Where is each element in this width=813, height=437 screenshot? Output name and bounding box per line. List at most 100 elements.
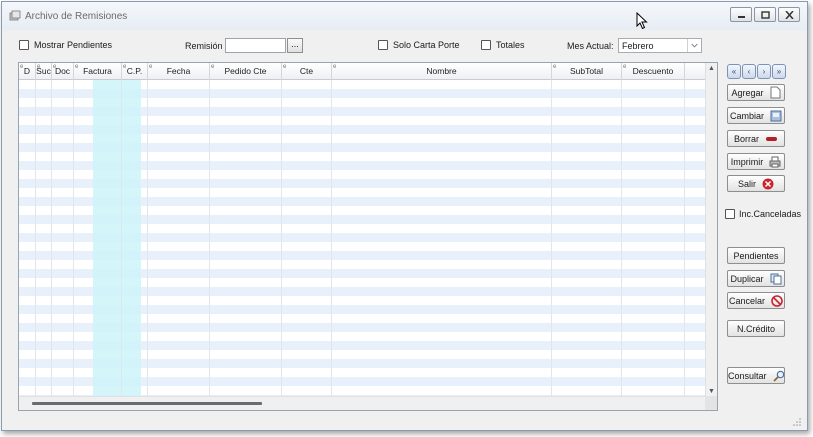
column-divider	[73, 80, 74, 397]
horizontal-scrollbar[interactable]	[19, 396, 707, 410]
sort-marker-icon: e	[53, 64, 57, 70]
record-navigation: « ‹ › »	[727, 64, 786, 79]
agregar-button[interactable]: Agregar	[727, 84, 785, 101]
remisiones-window: Archivo de Remisiones Mostrar Pendientes…	[1, 1, 808, 431]
sort-marker-icon: e	[283, 64, 287, 70]
scroll-corner	[705, 396, 717, 410]
solo-carta-porte-label: Solo Carta Porte	[393, 40, 460, 50]
salir-button[interactable]: Salir	[727, 175, 785, 192]
consultar-button[interactable]: Consultar	[727, 367, 785, 384]
column-divider	[551, 80, 552, 397]
title-bar[interactable]: Archivo de Remisiones	[2, 2, 807, 30]
magnifier-icon	[772, 370, 784, 382]
solo-carta-porte-box[interactable]	[378, 40, 388, 50]
column-divider	[35, 80, 36, 397]
column-header[interactable]: e Nombre	[332, 63, 552, 80]
mes-actual-select[interactable]: Febrero	[618, 38, 702, 53]
ncredito-button[interactable]: N.Crédito	[727, 320, 785, 337]
consultar-label: Consultar	[728, 370, 767, 381]
inc-canceladas-label: Inc.Canceladas	[739, 209, 802, 219]
column-divider	[281, 80, 282, 397]
column-header-label: Pedido Cte	[224, 66, 267, 76]
column-divider	[684, 80, 685, 397]
pendientes-button[interactable]: Pendientes	[727, 247, 785, 264]
sort-marker-icon: e	[211, 64, 215, 70]
cambiar-label: Cambiar	[729, 110, 764, 121]
cambiar-button[interactable]: Cambiar	[727, 107, 785, 124]
inc-canceladas-checkbox[interactable]: Inc.Canceladas	[725, 209, 801, 219]
mostrar-pendientes-box[interactable]	[19, 40, 29, 50]
salir-label: Salir	[737, 178, 756, 189]
column-divider	[331, 80, 332, 397]
column-header-label: Factura	[83, 66, 112, 76]
remisiones-table[interactable]: e De Suc e Doc e Factura e C.P. e Fecha e Pedido Cte…	[18, 62, 718, 411]
totales-label: Totales	[496, 40, 525, 50]
copy-icon	[770, 273, 781, 284]
cancelar-button[interactable]: Cancelar	[727, 292, 785, 309]
column-header[interactable]: e Cte	[282, 63, 332, 80]
resize-grip-icon[interactable]	[793, 418, 801, 426]
sort-marker-icon: e	[123, 64, 127, 70]
column-header-label: Doc	[54, 66, 71, 76]
column-header[interactable]: e Fecha	[148, 63, 210, 80]
sort-marker-icon: e	[623, 64, 627, 70]
inc-canceladas-box[interactable]	[725, 209, 735, 219]
imprimir-button[interactable]: Imprimir	[727, 153, 785, 170]
column-header[interactable]: e Doc	[52, 63, 74, 80]
prev-record-button[interactable]: ‹	[742, 64, 756, 79]
remision-input[interactable]	[225, 38, 286, 53]
vertical-scrollbar[interactable]: ▲ ▼	[705, 63, 717, 397]
column-header-label: SubTotal	[569, 66, 604, 76]
mostrar-pendientes-checkbox[interactable]: Mostrar Pendientes	[19, 40, 112, 50]
column-divider	[209, 80, 210, 397]
maximize-button[interactable]	[754, 7, 776, 22]
column-divider	[147, 80, 148, 397]
column-header-label: Cte	[299, 66, 314, 76]
horizontal-scroll-thumb[interactable]	[32, 402, 262, 405]
agregar-label: Agregar	[731, 87, 764, 98]
ncredito-label: N.Crédito	[736, 323, 775, 334]
first-record-button[interactable]: «	[727, 64, 741, 79]
column-divider	[621, 80, 622, 397]
imprimir-label: Imprimir	[730, 156, 764, 167]
remision-browse-button[interactable]: ...	[287, 38, 303, 53]
chevron-down-icon	[687, 39, 698, 52]
totales-box[interactable]	[481, 40, 491, 50]
sort-marker-icon: e	[149, 64, 153, 70]
column-header-label: Nombre	[426, 66, 457, 76]
column-header[interactable]: eD	[19, 63, 36, 80]
column-header[interactable]: e C.P.	[122, 63, 148, 80]
scroll-up-icon[interactable]: ▲	[708, 65, 715, 72]
close-window-button[interactable]	[778, 7, 800, 22]
column-header[interactable]: e Pedido Cte	[210, 63, 282, 80]
column-header[interactable]: e SubTotal	[552, 63, 622, 80]
column-header[interactable]: e Suc	[36, 63, 52, 80]
solo-carta-porte-checkbox[interactable]: Solo Carta Porte	[378, 40, 460, 50]
eraser-icon	[766, 136, 777, 141]
mostrar-pendientes-label: Mostrar Pendientes	[34, 40, 113, 50]
mouse-cursor-icon	[636, 12, 648, 30]
column-header-label: Fecha	[166, 66, 191, 76]
close-icon	[785, 11, 794, 19]
next-record-button[interactable]: ›	[757, 64, 771, 79]
remision-label: Remisión	[185, 41, 223, 51]
borrar-label: Borrar	[733, 133, 759, 144]
window-title: Archivo de Remisiones	[25, 11, 128, 22]
minimize-button[interactable]	[730, 7, 752, 22]
sort-marker-icon: e	[20, 64, 24, 70]
new-document-icon	[770, 86, 781, 99]
minimize-icon	[738, 16, 745, 18]
borrar-button[interactable]: Borrar	[727, 130, 785, 147]
totales-checkbox[interactable]: Totales	[481, 40, 525, 50]
sort-marker-icon: e	[75, 64, 79, 70]
cancelar-label: Cancelar	[728, 295, 766, 306]
duplicar-button[interactable]: Duplicar	[727, 270, 785, 287]
column-header[interactable]: e Factura	[74, 63, 122, 80]
column-header-label: D	[23, 66, 31, 76]
edit-document-icon	[770, 110, 782, 121]
column-header[interactable]: e Descuento	[622, 63, 685, 80]
duplicar-label: Duplicar	[730, 273, 764, 284]
last-record-button[interactable]: »	[772, 64, 786, 79]
scroll-down-icon[interactable]: ▼	[708, 388, 715, 395]
sort-marker-icon: e	[37, 64, 41, 70]
